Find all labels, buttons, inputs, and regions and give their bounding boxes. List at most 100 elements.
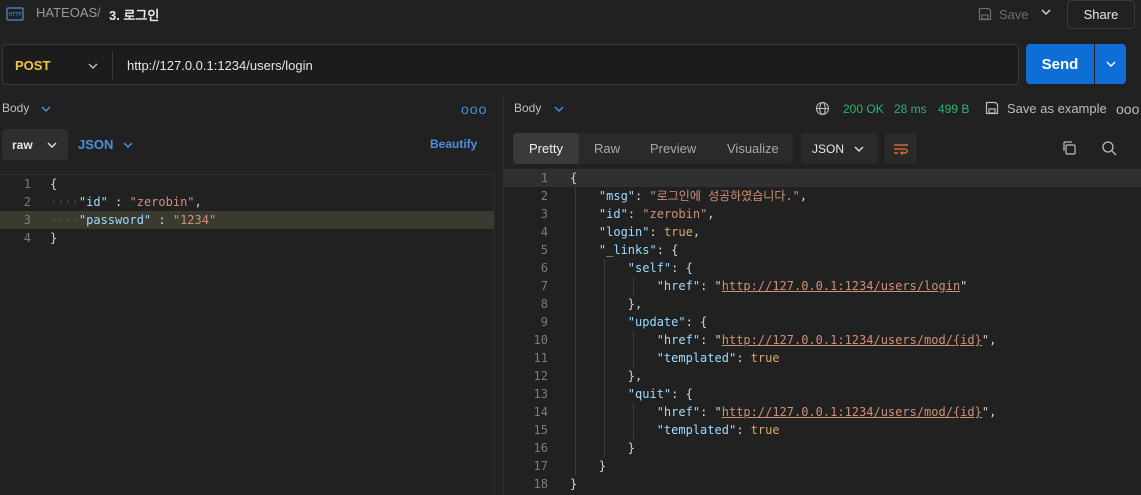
language-select[interactable]: JSON <box>78 137 113 152</box>
request-body-label[interactable]: Body <box>2 101 29 115</box>
code-token: "templated" <box>656 423 737 437</box>
save-as-example-button[interactable]: Save as example <box>1007 101 1107 116</box>
share-button[interactable]: Share <box>1067 0 1135 29</box>
code-line: 17 } <box>504 457 1141 475</box>
line-number: 2 <box>540 189 548 203</box>
chevron-down-icon[interactable] <box>122 140 134 150</box>
url-divider <box>112 51 113 79</box>
code-text: "msg": "로그인에 성공하였습니다.", <box>570 187 807 205</box>
chevron-down-icon <box>47 142 57 148</box>
chevron-down-icon[interactable] <box>1040 6 1052 18</box>
breadcrumb-current[interactable]: 3. 로그인 <box>109 5 159 24</box>
code-link[interactable]: http://127.0.0.1:1234/users/login <box>722 279 960 293</box>
send-options-button[interactable] <box>1095 44 1126 84</box>
wrap-lines-button[interactable] <box>885 133 917 164</box>
code-token: { <box>50 177 58 191</box>
code-text: "_links": { <box>570 241 678 259</box>
code-line: 6 "self": { <box>504 259 1141 277</box>
code-link[interactable]: http://127.0.0.1:1234/users/mod/{id} <box>722 405 982 419</box>
code-text: } <box>570 439 635 457</box>
chevron-down-icon[interactable] <box>553 104 565 114</box>
line-number: 13 <box>533 387 548 401</box>
response-size[interactable]: 499 B <box>938 102 969 116</box>
copy-icon[interactable] <box>1061 140 1077 156</box>
code-token: , <box>692 225 701 239</box>
request-body-editor[interactable]: 1{2 ····"id" : "zerobin", 3 ····"password" … <box>0 174 495 495</box>
code-line: 7 "href": "http://127.0.0.1:1234/users/l… <box>504 277 1141 295</box>
svg-text:HTTP: HTTP <box>9 12 22 18</box>
code-token: "self" <box>627 261 672 275</box>
code-text: "id": "zerobin", <box>570 205 715 223</box>
code-line: 9 "update": { <box>504 313 1141 331</box>
response-time[interactable]: 28 ms <box>894 102 927 116</box>
code-token: "href" <box>656 279 701 293</box>
tab-pretty[interactable]: Pretty <box>513 133 579 164</box>
chevron-down-icon[interactable] <box>40 104 52 114</box>
code-token: : { <box>671 261 693 275</box>
chevron-down-icon <box>854 146 864 152</box>
code-text: ····"password" : "1234" <box>50 211 216 229</box>
breadcrumb-separator: / <box>97 5 101 20</box>
code-token: "_links" <box>598 243 657 257</box>
code-token: "zerobin" <box>129 195 195 209</box>
code-text: "templated": true <box>570 349 780 367</box>
more-options-icon[interactable]: ooo <box>1116 101 1139 117</box>
globe-icon[interactable] <box>815 101 830 116</box>
line-number: 9 <box>540 315 548 329</box>
code-token: : " <box>700 333 722 347</box>
save-label: Save <box>999 6 1029 22</box>
line-number: 1 <box>23 177 31 191</box>
save-button[interactable]: Save <box>978 4 1029 24</box>
tab-preview[interactable]: Preview <box>650 141 696 156</box>
status-code[interactable]: 200 OK <box>843 102 884 116</box>
beautify-button[interactable]: Beautify <box>430 137 477 151</box>
line-number: 3 <box>540 207 548 221</box>
response-body-viewer[interactable]: 1{2 "msg": "로그인에 성공하였습니다.", 3 "id": "zero… <box>504 169 1141 495</box>
more-options-icon[interactable]: ooo <box>461 101 487 117</box>
send-button[interactable]: Send <box>1026 44 1094 84</box>
code-line: 2 ····"id" : "zerobin", <box>0 193 494 211</box>
code-token: : { <box>685 315 708 329</box>
code-line: 3 "id": "zerobin", <box>504 205 1141 223</box>
search-icon[interactable] <box>1101 140 1117 156</box>
code-token: : { <box>656 243 679 257</box>
tab-visualize[interactable]: Visualize <box>727 141 779 156</box>
line-number: 7 <box>540 279 548 293</box>
method-select[interactable]: POST <box>15 58 50 73</box>
code-text: "href": "http://127.0.0.1:1234/users/mod… <box>570 403 997 421</box>
code-token: : <box>736 351 751 365</box>
response-body-label[interactable]: Body <box>514 101 541 115</box>
code-token: } <box>570 441 636 455</box>
code-token: : <box>736 423 751 437</box>
code-text: { <box>570 169 577 187</box>
code-token: true <box>750 423 780 437</box>
code-token: , <box>799 189 808 203</box>
code-line: 1{ <box>0 175 494 193</box>
response-format-select[interactable]: JSON <box>801 133 878 164</box>
response-format-label: JSON <box>812 142 845 156</box>
line-number: 11 <box>533 351 548 365</box>
code-token: "update" <box>627 315 686 329</box>
http-icon: HTTP <box>6 7 24 21</box>
code-token: "password" <box>78 213 152 227</box>
chevron-down-icon[interactable] <box>87 60 99 72</box>
code-line: 1{ <box>504 169 1141 187</box>
code-token: : <box>649 225 664 239</box>
code-token: : " <box>700 405 722 419</box>
code-line: 5 "_links": { <box>504 241 1141 259</box>
tab-raw[interactable]: Raw <box>594 141 620 156</box>
code-text: { <box>50 175 57 193</box>
code-line: 12 }, <box>504 367 1141 385</box>
body-mode-select[interactable]: raw <box>2 129 68 160</box>
code-line: 10 "href": "http://127.0.0.1:1234/users/… <box>504 331 1141 349</box>
url-input[interactable]: http://127.0.0.1:1234/users/login <box>127 58 313 73</box>
line-number: 15 <box>533 423 548 437</box>
breadcrumb-parent[interactable]: HATEOAS <box>36 5 97 20</box>
code-token: : " <box>700 279 722 293</box>
code-link[interactable]: http://127.0.0.1:1234/users/mod/{id} <box>722 333 982 347</box>
line-number: 17 <box>533 459 548 473</box>
